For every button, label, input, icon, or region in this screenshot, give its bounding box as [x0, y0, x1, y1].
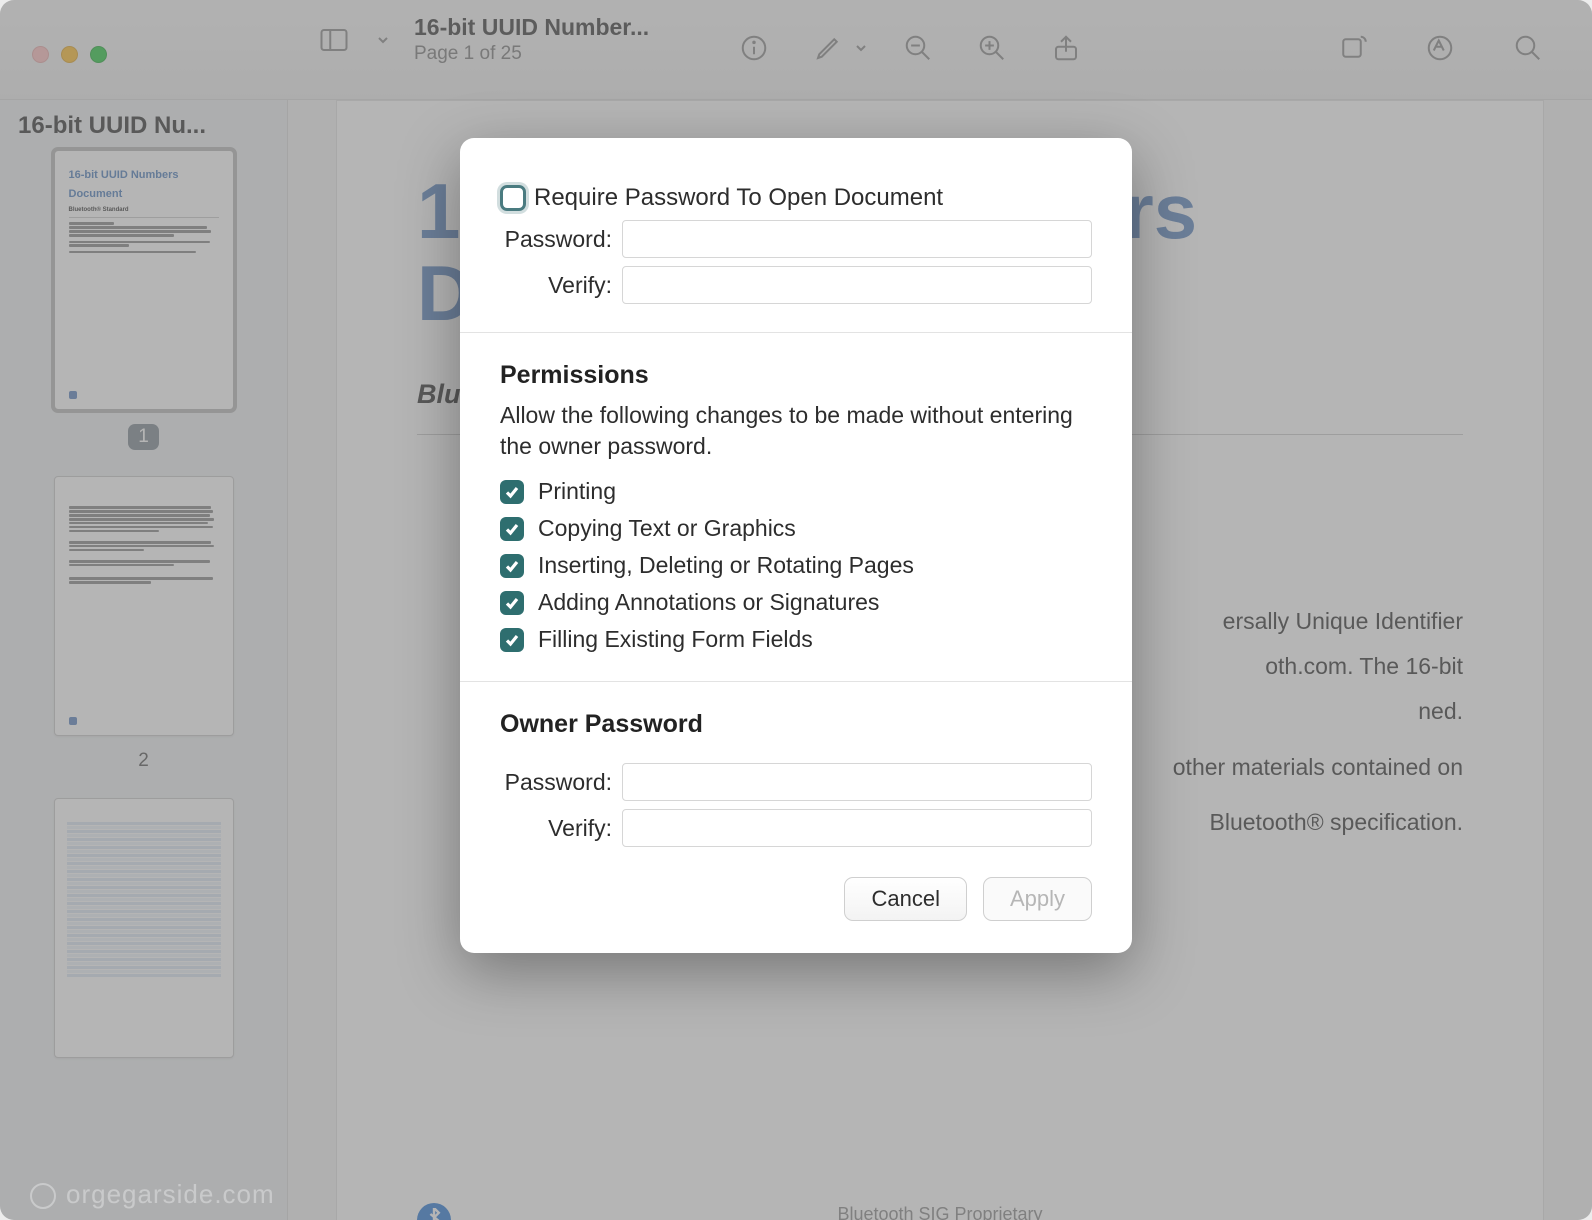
perm-checkbox-1[interactable] [500, 517, 524, 541]
perm-checkbox-3[interactable] [500, 591, 524, 615]
open-verify-label: Verify: [500, 272, 622, 299]
permissions-description: Allow the following changes to be made w… [500, 400, 1092, 462]
perm-checkbox-4[interactable] [500, 628, 524, 652]
perm-2: Inserting, Deleting or Rotating Pages [500, 552, 1092, 579]
permissions-heading: Permissions [500, 361, 1092, 390]
perm-checkbox-0[interactable] [500, 480, 524, 504]
perm-0: Printing [500, 478, 1092, 505]
owner-password-heading: Owner Password [500, 710, 1092, 739]
watermark: orgegarside.com [30, 1179, 275, 1210]
dialog-separator-2 [460, 681, 1132, 682]
perm-label-2: Inserting, Deleting or Rotating Pages [538, 552, 914, 579]
require-password-label: Require Password To Open Document [534, 184, 943, 212]
permissions-dialog: Require Password To Open Document Passwo… [460, 138, 1132, 953]
require-password-checkbox[interactable] [500, 185, 526, 211]
perm-label-1: Copying Text or Graphics [538, 515, 796, 542]
open-verify-field[interactable] [622, 266, 1092, 304]
dialog-separator-1 [460, 332, 1132, 333]
owner-verify-label: Verify: [500, 815, 622, 842]
owner-password-label: Password: [500, 769, 622, 796]
perm-4: Filling Existing Form Fields [500, 626, 1092, 653]
open-password-field[interactable] [622, 220, 1092, 258]
perm-label-3: Adding Annotations or Signatures [538, 589, 879, 616]
apply-button[interactable]: Apply [983, 877, 1092, 921]
cancel-button[interactable]: Cancel [844, 877, 966, 921]
perm-label-0: Printing [538, 478, 616, 505]
owner-verify-field[interactable] [622, 809, 1092, 847]
perm-label-4: Filling Existing Form Fields [538, 626, 813, 653]
perm-3: Adding Annotations or Signatures [500, 589, 1092, 616]
owner-password-field[interactable] [622, 763, 1092, 801]
perm-1: Copying Text or Graphics [500, 515, 1092, 542]
open-password-label: Password: [500, 226, 622, 253]
preview-window: 16-bit UUID Number... Page 1 of 25 16-bi… [0, 0, 1592, 1220]
perm-checkbox-2[interactable] [500, 554, 524, 578]
